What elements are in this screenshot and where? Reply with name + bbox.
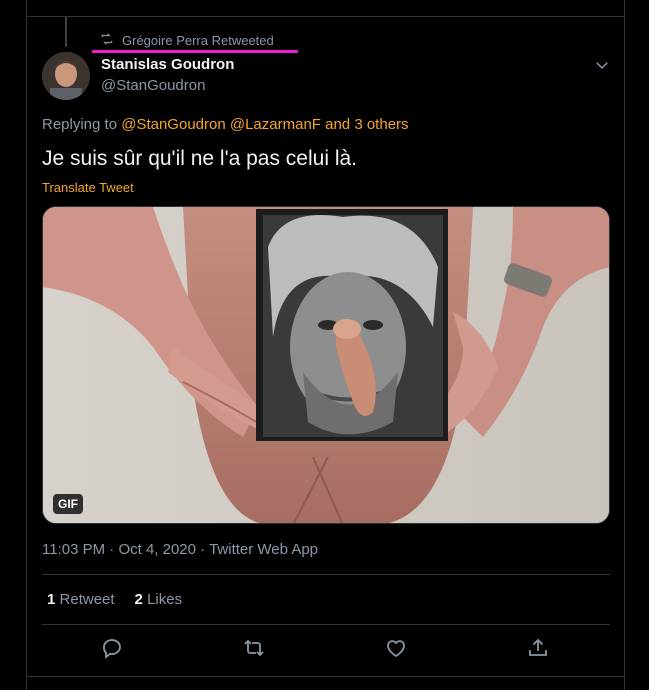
tweet-time[interactable]: 11:03 PM — [42, 541, 105, 558]
divider — [26, 676, 625, 677]
gif-media[interactable] — [42, 206, 610, 524]
retweet-icon[interactable] — [242, 636, 266, 660]
tweet-meta: 11:03 PM · Oct 4, 2020 · Twitter Web App — [42, 541, 318, 558]
replying-connector[interactable]: and — [325, 116, 350, 133]
meta-separator: · — [200, 541, 206, 558]
mention-link[interactable]: @StanGoudron — [121, 116, 225, 133]
likes-count-link[interactable]: 2 Likes — [135, 591, 183, 608]
tweet-source[interactable]: Twitter Web App — [209, 541, 318, 558]
retweet-count-link[interactable]: 1 Retweet — [47, 591, 115, 608]
likes-count-label: Likes — [147, 591, 183, 608]
share-icon[interactable] — [526, 636, 550, 660]
divider — [26, 16, 625, 17]
tweet-text: Je suis sûr qu'il ne l'a pas celui là. — [42, 147, 358, 170]
retweet-icon — [100, 32, 114, 49]
reply-icon[interactable] — [100, 636, 124, 660]
thread-line — [65, 17, 67, 47]
avatar[interactable] — [42, 52, 90, 100]
others-link[interactable]: 3 others — [354, 116, 408, 133]
gif-badge: GIF — [53, 494, 83, 514]
divider — [42, 624, 610, 625]
chevron-down-icon[interactable] — [593, 56, 611, 74]
retweet-count: 1 — [47, 591, 56, 608]
replying-prefix: Replying to — [42, 116, 118, 133]
retweet-context[interactable]: Grégoire Perra Retweeted — [100, 31, 274, 49]
retweet-count-label: Retweet — [59, 591, 115, 608]
engagement-stats: 1 Retweet 2 Likes — [47, 591, 182, 608]
likes-count: 2 — [134, 591, 143, 608]
replying-to: Replying to @StanGoudron @LazarmanF and … — [42, 116, 409, 133]
action-bar — [42, 636, 610, 664]
translate-tweet-link[interactable]: Translate Tweet — [42, 180, 134, 195]
meta-separator: · — [109, 541, 115, 558]
highlight-underline — [92, 50, 298, 53]
mention-link[interactable]: @LazarmanF — [230, 116, 321, 133]
heart-icon[interactable] — [384, 636, 408, 660]
divider — [42, 574, 610, 575]
author-name[interactable]: Stanislas Goudron — [101, 56, 234, 73]
tweet-date[interactable]: Oct 4, 2020 — [118, 541, 196, 558]
author-handle[interactable]: @StanGoudron — [101, 77, 205, 94]
retweet-context-label: Grégoire Perra Retweeted — [122, 32, 274, 48]
